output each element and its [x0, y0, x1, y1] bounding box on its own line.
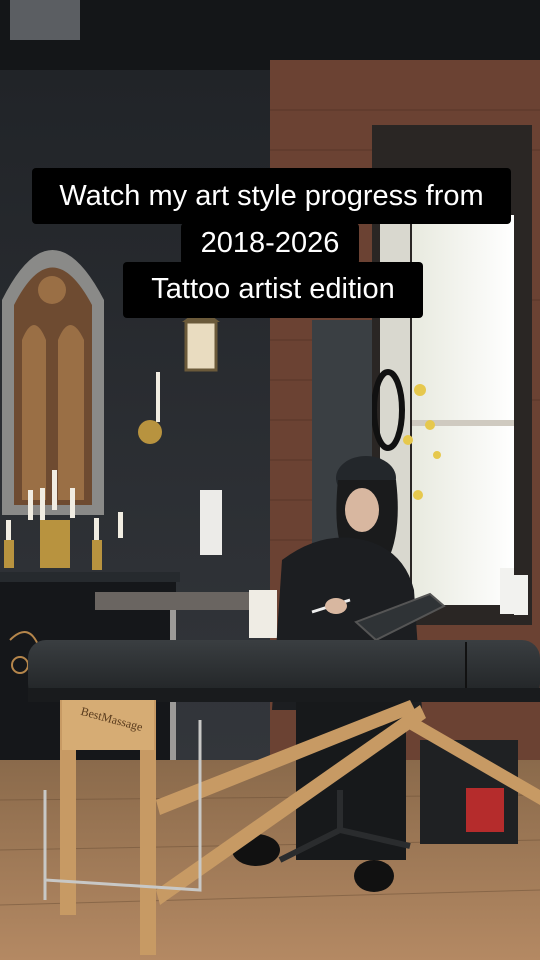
photo-scene: BestMassage Watch my art style progress …: [0, 0, 540, 960]
paper-cup: [249, 590, 277, 638]
biohazard-label: [466, 788, 504, 832]
window-glass: [412, 215, 514, 605]
artist-boot-right: [354, 860, 394, 892]
dresser-top: [0, 572, 180, 582]
tool-tray: [95, 592, 250, 610]
table-edge: [28, 688, 540, 702]
artist-face: [345, 488, 379, 532]
white-lamp: [200, 490, 222, 555]
bottles: [500, 568, 528, 615]
studio-photo: [0, 0, 540, 960]
ceiling-vent: [10, 0, 80, 40]
artist-hand: [325, 598, 347, 614]
ceiling: [0, 0, 540, 70]
